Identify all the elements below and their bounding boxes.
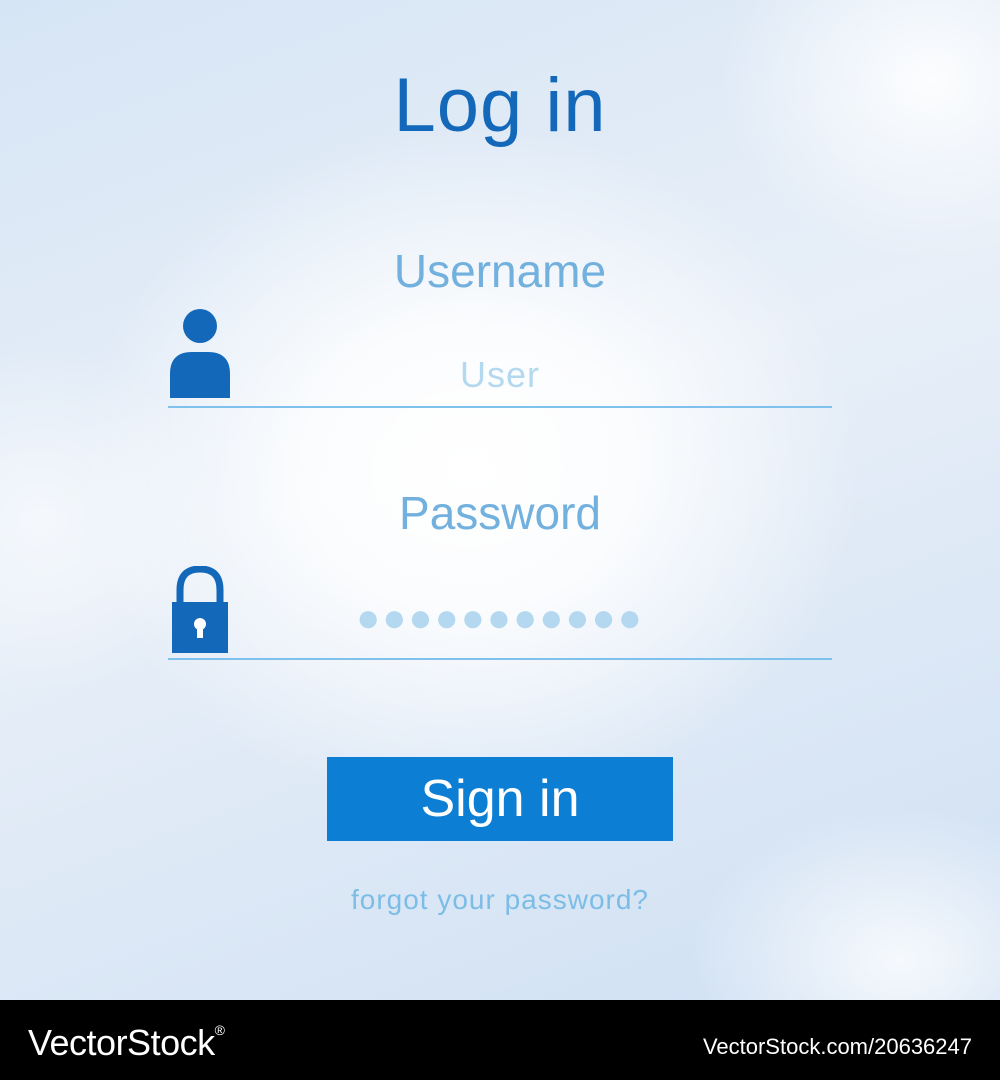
stock-id: VectorStock.com/20636247 bbox=[702, 1034, 972, 1059]
brand-registered-mark: ® bbox=[214, 1022, 225, 1038]
brand-name: VectorStock bbox=[28, 1022, 215, 1063]
login-panel: Log in Username User Password ●●●●●●●●●●… bbox=[0, 0, 1000, 1000]
watermark-footer: VectorStock® VectorStock.com/20636247 bbox=[0, 1000, 1000, 1080]
username-underline bbox=[168, 406, 832, 408]
username-label: Username bbox=[393, 245, 607, 297]
page-title: Log in bbox=[393, 63, 607, 148]
sign-in-button[interactable]: Sign in bbox=[327, 757, 673, 841]
password-input[interactable]: ●●●●●●●●●●● bbox=[168, 596, 832, 641]
password-label: Password bbox=[399, 487, 601, 539]
brand-logo: VectorStock® bbox=[28, 1022, 225, 1064]
username-input[interactable]: User bbox=[168, 354, 832, 396]
forgot-password-link[interactable]: forgot your password? bbox=[0, 884, 1000, 916]
password-underline bbox=[168, 658, 832, 660]
